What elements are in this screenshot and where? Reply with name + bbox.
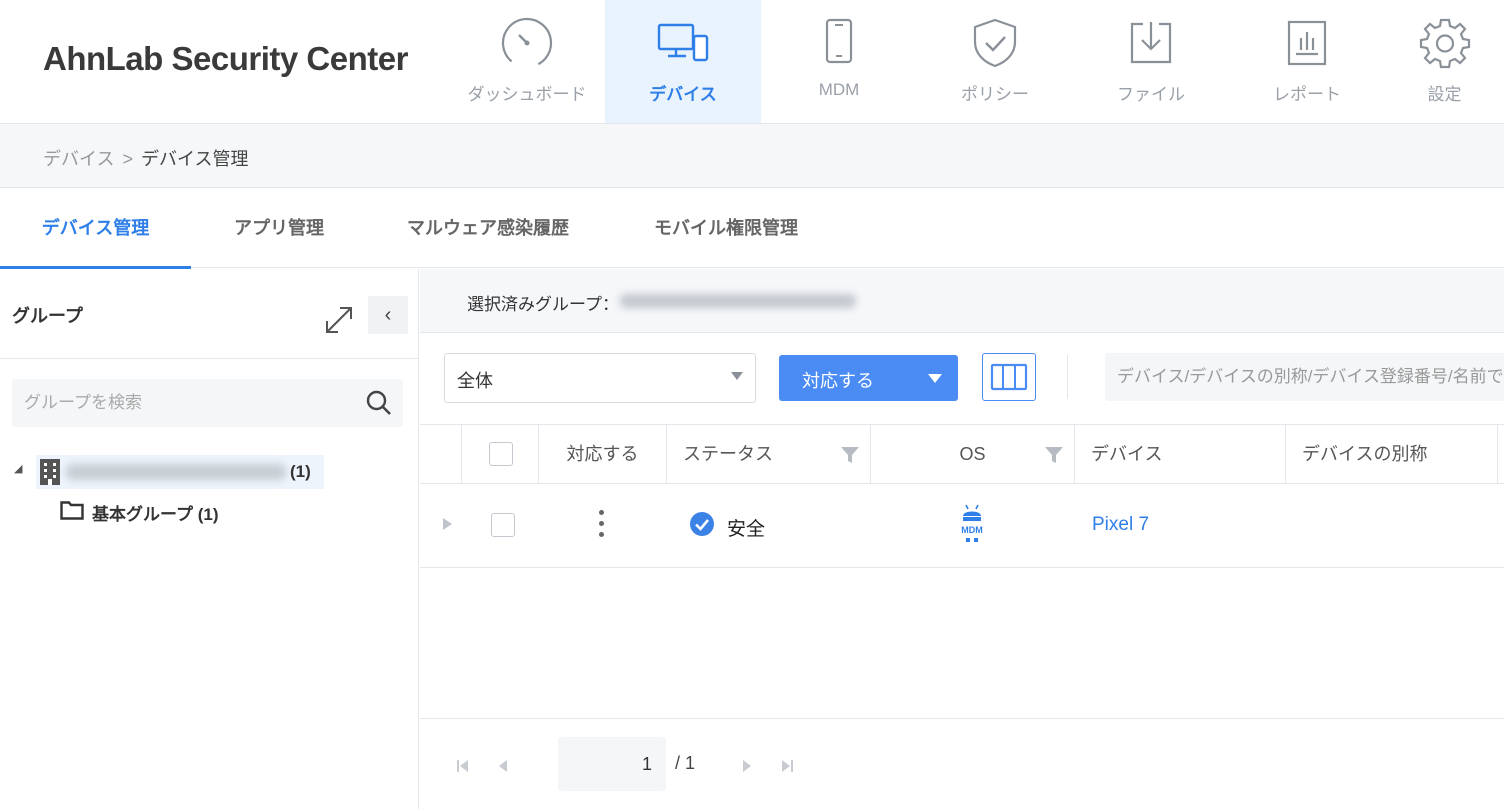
- page-total: / 1: [675, 753, 696, 773]
- breadcrumb-current: デバイス管理: [140, 149, 249, 169]
- next-page-icon[interactable]: [739, 759, 755, 773]
- smartphone-icon: [825, 18, 853, 64]
- redacted-group-name: [66, 464, 286, 480]
- column-header-alias[interactable]: デバイスの別称: [1286, 425, 1498, 484]
- nav-label: ポリシー: [961, 85, 1029, 104]
- prev-page-icon[interactable]: [495, 759, 511, 773]
- nav-item-policy[interactable]: ポリシー: [917, 0, 1073, 123]
- device-name-link[interactable]: Pixel 7: [1092, 514, 1149, 536]
- redacted-selected-group: [620, 294, 856, 308]
- tab-app-management[interactable]: アプリ管理: [191, 189, 367, 268]
- os-icon-label: MDM: [961, 525, 983, 535]
- nav-item-dashboard[interactable]: ダッシュボード: [449, 0, 605, 123]
- table-header: 対応する ステータス OS デバイス デバイスの別称: [420, 424, 1504, 484]
- column-header-os-label: OS: [959, 444, 986, 464]
- gear-icon: [1419, 18, 1470, 69]
- status-filter-select[interactable]: 全体: [444, 353, 756, 403]
- filter-icon[interactable]: [1044, 445, 1064, 465]
- nav-item-reports[interactable]: レポート: [1229, 0, 1385, 123]
- pagination: / 1: [420, 718, 1504, 809]
- expand-icon[interactable]: [322, 303, 356, 337]
- building-icon: [40, 459, 60, 485]
- search-icon[interactable]: [365, 389, 393, 417]
- tree-root-node[interactable]: (1): [36, 455, 324, 489]
- nav-item-devices[interactable]: デバイス: [605, 0, 761, 123]
- breadcrumb: デバイス > デバイス管理: [43, 145, 248, 171]
- top-header: AhnLab Security Center ダッシュボード デバイス MDM: [0, 0, 1504, 124]
- nav-item-settings[interactable]: 設定: [1385, 0, 1504, 123]
- app-logo: AhnLab Security Center: [43, 40, 408, 77]
- device-status: 安全: [727, 519, 766, 540]
- row-checkbox[interactable]: [491, 513, 515, 537]
- nav-label: ダッシュボード: [467, 85, 587, 104]
- android-mdm-icon: MDM: [961, 504, 983, 542]
- row-actions-menu-icon[interactable]: [594, 510, 608, 542]
- nav-item-mdm[interactable]: MDM: [761, 0, 917, 123]
- download-box-icon: [1130, 22, 1172, 64]
- breadcrumb-parent[interactable]: デバイス: [43, 149, 114, 169]
- row-expand-icon[interactable]: [443, 518, 452, 530]
- column-header-os[interactable]: OS: [871, 425, 1075, 484]
- column-settings-button[interactable]: [982, 353, 1036, 401]
- chevron-down-icon: [731, 372, 743, 380]
- nav-label: MDM: [818, 80, 860, 99]
- group-search-input[interactable]: [12, 379, 403, 427]
- select-all-checkbox[interactable]: [489, 442, 513, 466]
- collapse-panel-button[interactable]: ‹: [368, 296, 408, 334]
- tree-child-label: 基本グループ (1): [92, 505, 219, 524]
- divider: [0, 358, 418, 359]
- tree-collapse-toggle[interactable]: ◢: [14, 462, 22, 475]
- first-page-icon[interactable]: [455, 759, 471, 773]
- columns-icon: [990, 363, 1028, 391]
- gauge-icon: [501, 17, 553, 69]
- selected-group-label: 選択済みグループ：: [467, 295, 619, 314]
- action-dropdown-button[interactable]: 対応する: [779, 355, 958, 401]
- nav-label: ファイル: [1117, 85, 1185, 104]
- device-search-input[interactable]: [1105, 353, 1504, 401]
- tab-device-management[interactable]: デバイス管理: [0, 189, 191, 269]
- caret-down-icon: [928, 374, 942, 383]
- tree-root-count: (1): [290, 462, 311, 481]
- column-header-action[interactable]: 対応する: [539, 425, 667, 484]
- selected-group-bar: 選択済みグループ：: [420, 269, 1504, 333]
- filter-value: 全体: [457, 371, 493, 391]
- device-list-panel: 選択済みグループ： 全体 対応する 対応する ステータス OS: [420, 269, 1504, 809]
- sub-tabs: デバイス管理 アプリ管理 マルウェア感染履歴 モバイル権限管理: [0, 189, 1504, 269]
- devices-icon: [657, 23, 709, 62]
- action-button-label: 対応する: [802, 371, 874, 391]
- tab-malware-history[interactable]: マルウェア感染履歴: [388, 189, 588, 268]
- filter-icon[interactable]: [840, 445, 860, 465]
- group-panel: グループ ‹ ◢ (1) 基本グループ (1): [0, 269, 419, 809]
- expand-column-header: [420, 425, 462, 484]
- current-page-input[interactable]: [558, 737, 666, 791]
- nav-label: レポート: [1273, 85, 1341, 104]
- table-row[interactable]: 安全 MDM Pixel 7: [420, 484, 1504, 568]
- column-header-status[interactable]: ステータス: [667, 425, 871, 484]
- nav-label: デバイス: [649, 85, 717, 104]
- shield-check-icon: [973, 18, 1017, 68]
- breadcrumb-separator: >: [122, 149, 133, 169]
- breadcrumb-bar: デバイス > デバイス管理: [0, 124, 1504, 188]
- column-header-status-label: ステータス: [683, 444, 773, 464]
- group-panel-title: グループ: [12, 306, 83, 326]
- select-all-header: [462, 425, 539, 484]
- nav-label: 設定: [1427, 85, 1462, 104]
- tab-mobile-permission[interactable]: モバイル権限管理: [622, 189, 830, 268]
- report-chart-icon: [1287, 20, 1327, 66]
- last-page-icon[interactable]: [779, 759, 795, 773]
- nav-item-files[interactable]: ファイル: [1073, 0, 1229, 123]
- column-header-device[interactable]: デバイス: [1075, 425, 1286, 484]
- folder-icon: [60, 501, 84, 520]
- check-circle-icon: [690, 512, 714, 536]
- toolbar-divider: [1067, 355, 1068, 399]
